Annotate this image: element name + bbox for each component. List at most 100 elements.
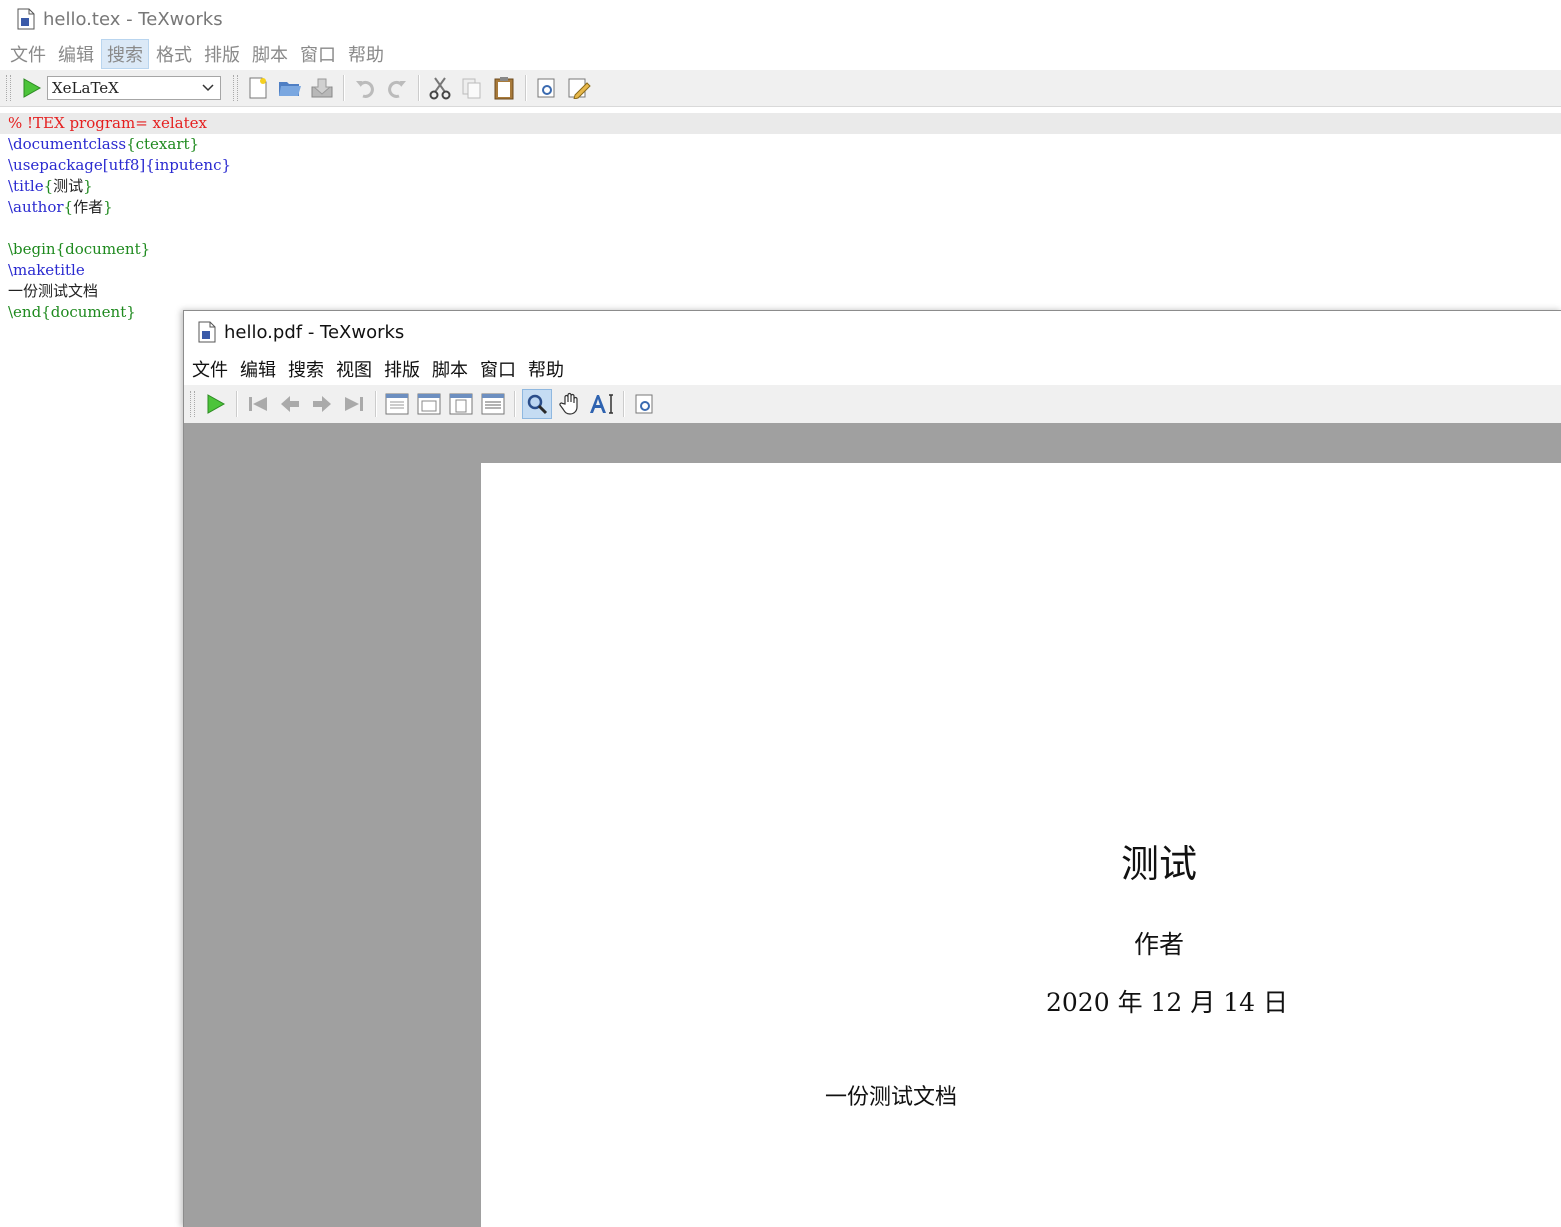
new-file-icon [249, 77, 267, 99]
magnifier-icon [527, 394, 548, 415]
pdf-menu-view[interactable]: 视图 [331, 354, 377, 384]
page-fit-content-icon [481, 393, 505, 415]
page-actual-size-icon [385, 393, 409, 415]
menu-edit[interactable]: 编辑 [53, 39, 99, 69]
new-button[interactable] [244, 74, 272, 102]
pdf-menu-typeset[interactable]: 排版 [379, 354, 425, 384]
document-author: 作者 [1134, 930, 1185, 959]
code-line: \author{作者} [0, 197, 1561, 218]
goto-source-button[interactable] [631, 390, 659, 418]
menu-format[interactable]: 格式 [151, 39, 197, 69]
code-brace: { [43, 177, 54, 195]
save-button[interactable] [308, 74, 336, 102]
redo-button[interactable] [383, 74, 411, 102]
last-page-button[interactable] [340, 390, 368, 418]
code-command: \title [8, 177, 44, 195]
code-command: \documentclass [8, 135, 127, 153]
fit-content-button[interactable] [479, 390, 507, 418]
next-page-button[interactable] [308, 390, 336, 418]
select-text-tool-button[interactable] [588, 390, 616, 418]
copy-icon [462, 78, 481, 99]
code-line: \title{测试} [0, 176, 1561, 197]
pdf-menu-scripts[interactable]: 脚本 [427, 354, 473, 384]
pdf-menu-help[interactable]: 帮助 [523, 354, 569, 384]
pdf-menu-file[interactable]: 文件 [187, 354, 233, 384]
pdf-menu-search[interactable]: 搜索 [283, 354, 329, 384]
source-page-icon [635, 394, 653, 414]
code-command: \usepackage [8, 156, 103, 174]
menu-window[interactable]: 窗口 [295, 39, 341, 69]
play-icon [23, 78, 42, 98]
code-line: \documentclass{ctexart} [0, 134, 1561, 155]
code-text: 一份测试文档 [8, 282, 99, 300]
last-page-icon [345, 397, 363, 411]
code-line: \usepackage[utf8]{inputenc} [0, 155, 1561, 176]
code-line: \begin{document} [0, 239, 1561, 260]
first-page-button[interactable] [244, 390, 272, 418]
editor-menubar: 文件 编辑 搜索 格式 排版 脚本 窗口 帮助 [0, 38, 1561, 70]
code-command: \maketitle [8, 261, 85, 279]
toolbar-grip[interactable] [6, 75, 11, 101]
pdf-preview-window: hello.pdf - TeXworks 文件 编辑 搜索 视图 排版 脚本 窗… [183, 310, 1561, 1227]
code-comment: % !TEX program= xelatex [8, 114, 207, 132]
save-icon [311, 78, 333, 98]
previous-page-button[interactable] [276, 390, 304, 418]
document-date: 2020 年 12 月 14 日 [1046, 988, 1288, 1017]
clipboard-icon [494, 77, 514, 100]
actual-size-button[interactable] [383, 390, 411, 418]
engine-select-value: XeLaTeX [52, 79, 119, 97]
arrow-left-icon [281, 396, 299, 412]
pdf-menubar: 文件 编辑 搜索 视图 排版 脚本 窗口 帮助 [184, 353, 1561, 385]
pdf-viewer-area[interactable]: 测试 作者 2020 年 12 月 14 日 一份测试文档 [184, 423, 1561, 1227]
page-fit-width-icon [417, 393, 441, 415]
document-body-text: 一份测试文档 [825, 1085, 958, 1110]
typeset-button[interactable] [17, 74, 45, 102]
menu-typeset[interactable]: 排版 [199, 39, 245, 69]
code-text: 作者 [73, 198, 104, 216]
menu-file[interactable]: 文件 [5, 39, 51, 69]
code-command: \author [8, 198, 64, 216]
code-brace: } [83, 177, 93, 195]
hand-icon [559, 392, 578, 415]
edit-preferences-button[interactable] [565, 74, 593, 102]
preview-icon [537, 78, 555, 98]
pencil-page-icon [568, 78, 591, 99]
pdf-file-icon [198, 321, 216, 343]
copy-button[interactable] [458, 74, 486, 102]
goto-preview-button[interactable] [533, 74, 561, 102]
menu-search[interactable]: 搜索 [101, 39, 149, 69]
magnify-tool-button[interactable] [522, 389, 552, 419]
toolbar-grip-2[interactable] [233, 75, 238, 101]
toolbar-separator [525, 75, 526, 101]
redo-icon [388, 80, 406, 98]
chevron-down-icon [202, 84, 214, 92]
code-brace: } [103, 198, 113, 216]
text-cursor-icon [590, 394, 613, 414]
engine-select[interactable]: XeLaTeX [47, 76, 221, 100]
fit-width-button[interactable] [415, 390, 443, 418]
pdf-menu-window[interactable]: 窗口 [475, 354, 521, 384]
code-brace: { [63, 198, 74, 216]
editor-titlebar: hello.tex - TeXworks [0, 0, 1561, 38]
scroll-tool-button[interactable] [556, 390, 584, 418]
toolbar-separator [343, 75, 344, 101]
code-group: {inputenc} [145, 156, 232, 174]
fit-window-button[interactable] [447, 390, 475, 418]
undo-button[interactable] [351, 74, 379, 102]
pdf-menu-edit[interactable]: 编辑 [235, 354, 281, 384]
menu-help[interactable]: 帮助 [343, 39, 389, 69]
pdf-titlebar: hello.pdf - TeXworks [184, 311, 1561, 353]
toolbar-separator [418, 75, 419, 101]
cut-button[interactable] [426, 74, 454, 102]
pdf-typeset-button[interactable] [201, 390, 229, 418]
toolbar-separator [236, 391, 237, 417]
pdf-toolbar [184, 385, 1561, 424]
toolbar-separator [623, 391, 624, 417]
menu-scripts[interactable]: 脚本 [247, 39, 293, 69]
toolbar-grip[interactable] [190, 391, 195, 417]
code-editor[interactable]: % !TEX program= xelatex \documentclass{c… [0, 113, 1561, 323]
code-environment: \begin{document} [8, 240, 151, 258]
open-button[interactable] [276, 74, 304, 102]
paste-button[interactable] [490, 74, 518, 102]
